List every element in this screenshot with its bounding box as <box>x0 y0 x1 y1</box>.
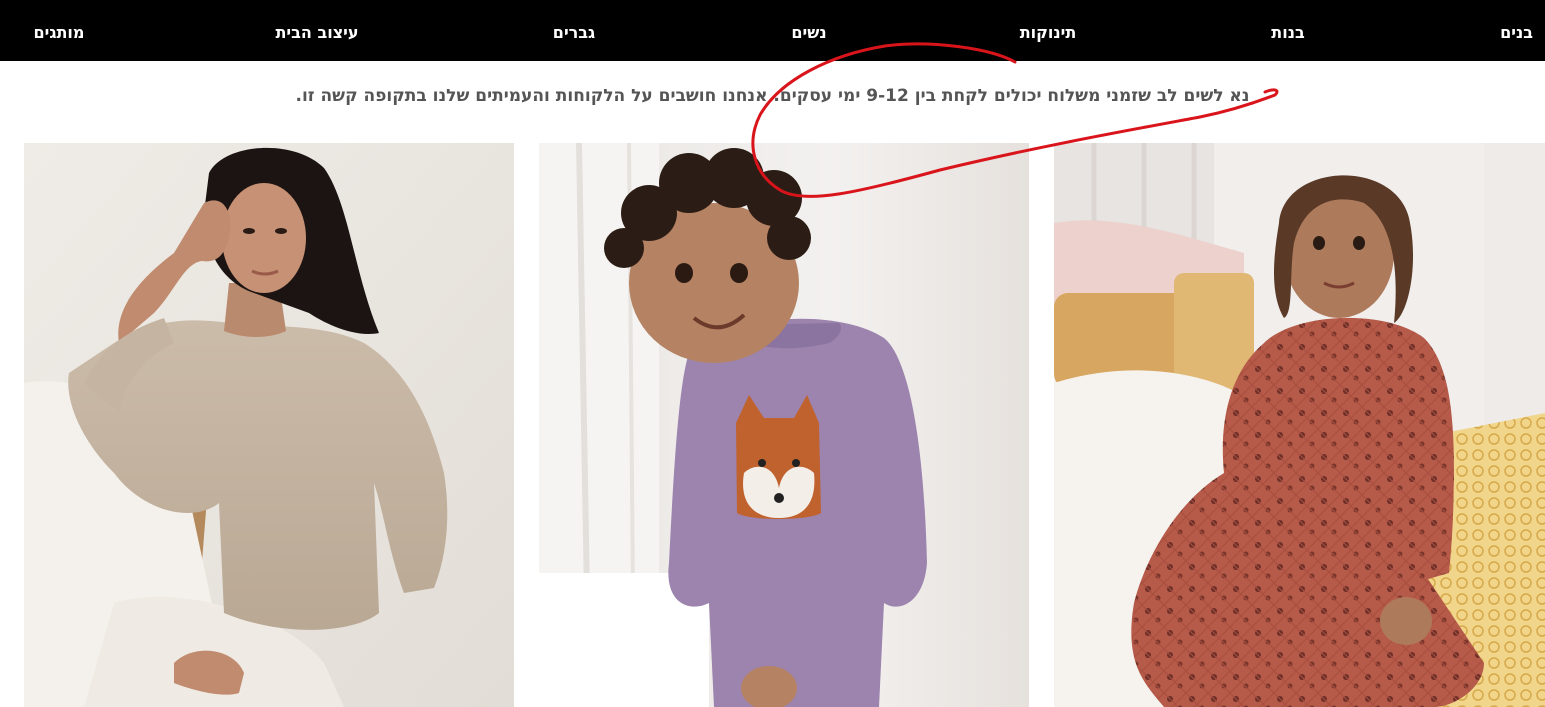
nav-item-boys[interactable]: בנים <box>1500 0 1533 61</box>
babies-category-tile[interactable] <box>539 143 1029 707</box>
nav-item-women[interactable]: נשים <box>791 0 826 61</box>
nav-item-babies[interactable]: תינוקות <box>1020 0 1077 61</box>
toddler-floral-dress-photo <box>1054 143 1545 707</box>
shipping-notice: נא לשים לב שזמני משלוח יכולים לקחת בין 9… <box>295 86 1250 106</box>
nav-item-girls[interactable]: בנות <box>1271 0 1304 61</box>
girls-category-tile[interactable] <box>1054 143 1545 707</box>
page: בנים בנות תינוקות נשים גברים עיצוב הבית … <box>0 0 1545 707</box>
toddler-fox-shirt-photo <box>539 143 1029 707</box>
woman-photo <box>24 143 514 707</box>
nav-item-men[interactable]: גברים <box>553 0 595 61</box>
nav-item-brands[interactable]: מותגים <box>34 0 85 61</box>
top-navigation: בנים בנות תינוקות נשים גברים עיצוב הבית … <box>0 0 1545 61</box>
nav-item-home[interactable]: עיצוב הבית <box>275 0 358 61</box>
women-category-tile[interactable] <box>24 143 514 707</box>
